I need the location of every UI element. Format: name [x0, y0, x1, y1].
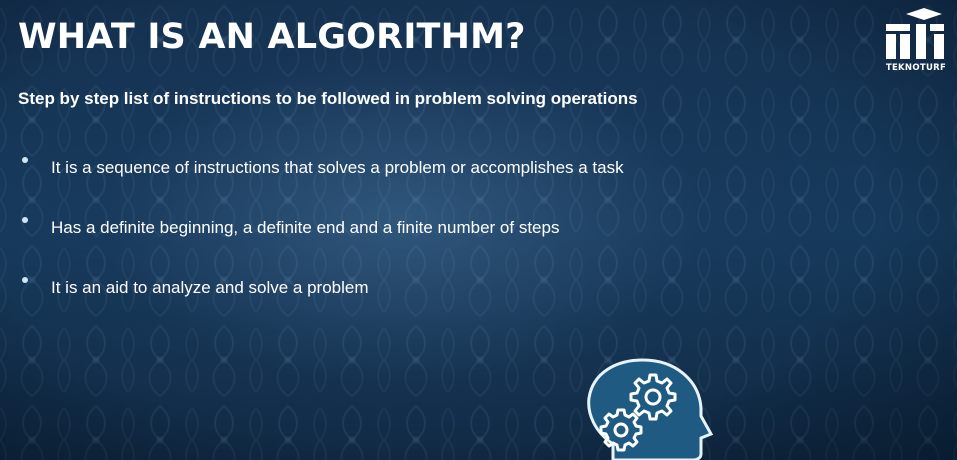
- slide: WHAT IS AN ALGORITHM? Step by step list …: [0, 0, 957, 460]
- slide-title: WHAT IS AN ALGORITHM?: [18, 17, 526, 57]
- head-gears-icon: [587, 358, 714, 460]
- bullet-text: It is a sequence of instructions that so…: [51, 158, 624, 177]
- teknoturf-logo-icon: [886, 8, 944, 59]
- slide-subtitle: Step by step list of instructions to be …: [18, 89, 638, 108]
- bullet-text: It is an aid to analyze and solve a prob…: [51, 278, 369, 297]
- bullet-dot-icon: [22, 157, 28, 163]
- bullet-dot-icon: [22, 277, 28, 283]
- bullet-dot-icon: [22, 217, 28, 223]
- teknoturf-logo-text: TEKNOTURF: [885, 63, 947, 73]
- bullet-text: Has a definite beginning, a definite end…: [51, 218, 560, 237]
- teknoturf-logo: TEKNOTURF: [884, 8, 948, 78]
